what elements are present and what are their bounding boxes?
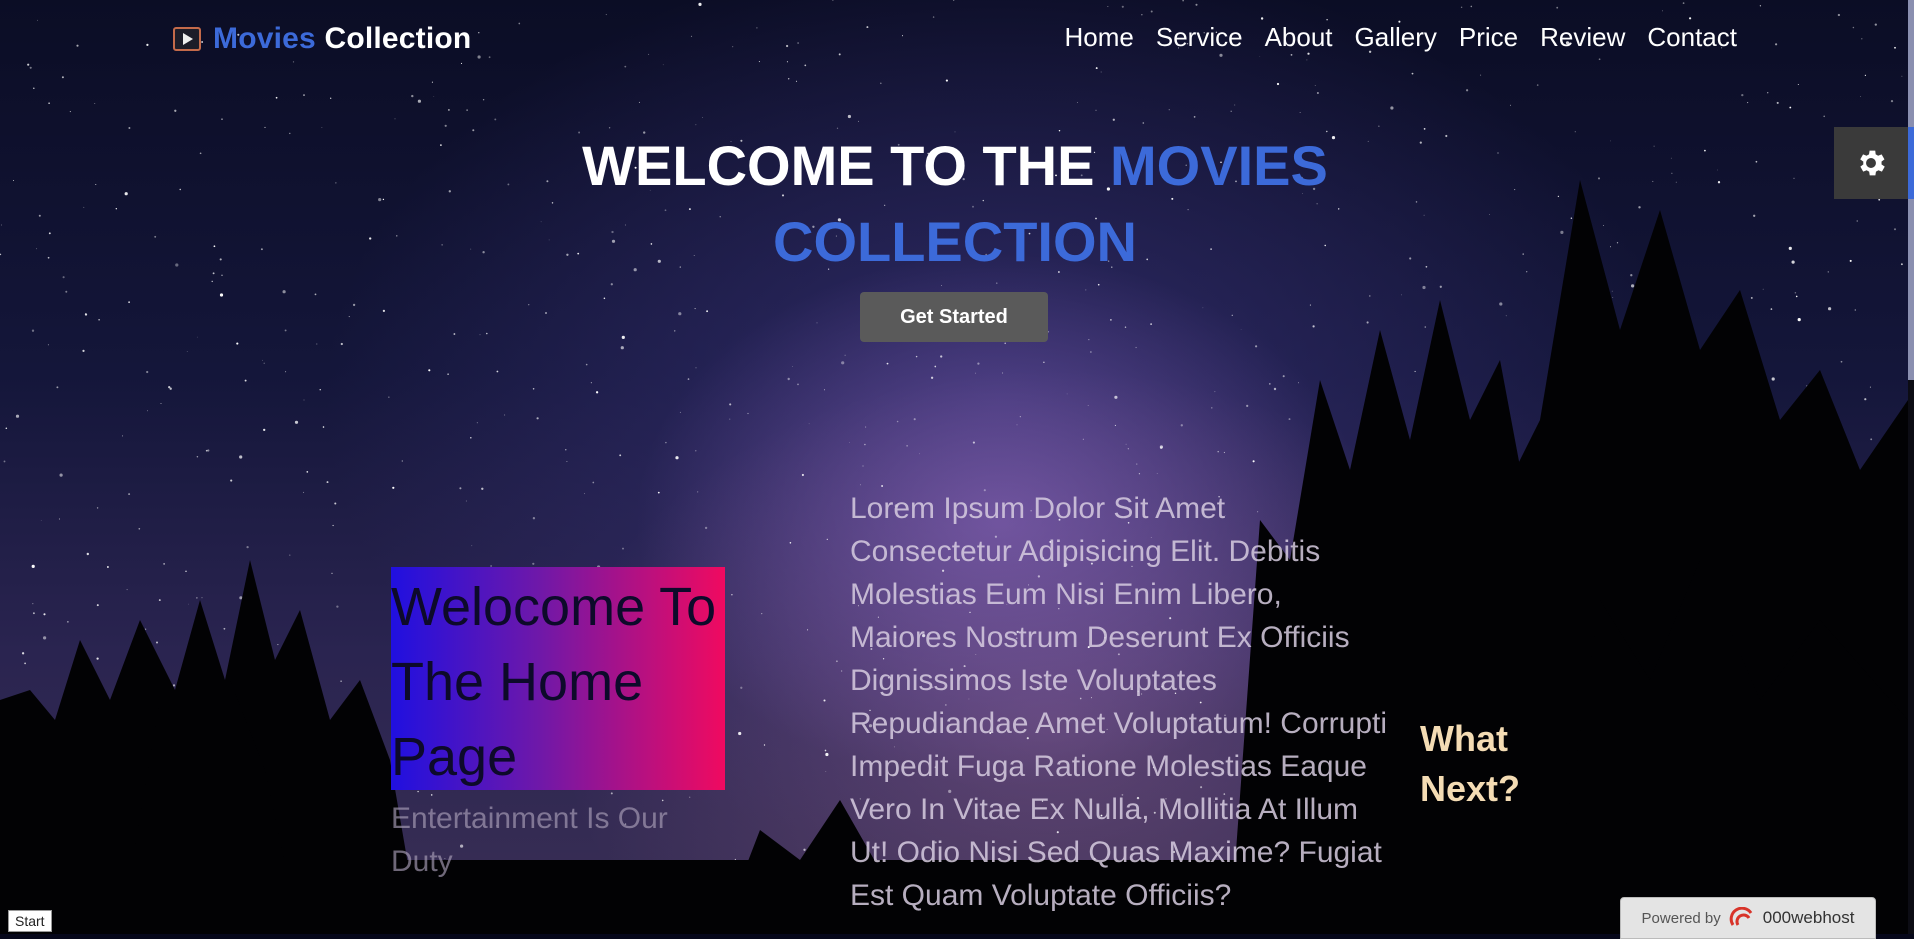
brand-name: Movies Collection — [213, 22, 471, 56]
brand-logo[interactable]: Movies Collection — [173, 22, 471, 56]
nav-about[interactable]: About — [1265, 22, 1333, 53]
settings-button[interactable] — [1834, 127, 1908, 199]
nav-contact[interactable]: Contact — [1647, 22, 1737, 53]
intro-paragraph: Lorem Ipsum Dolor Sit Amet Consectetur A… — [850, 492, 1387, 912]
what-next-heading: What Next? — [1420, 718, 1521, 809]
nav-service[interactable]: Service — [1156, 22, 1243, 53]
welcome-heading: Welocome To The Home Page — [391, 577, 717, 787]
settings-accent-edge — [1908, 127, 1914, 199]
get-started-button[interactable]: Get Started — [860, 292, 1048, 342]
powered-by-brand: 000webhost — [1762, 908, 1855, 927]
hero-title-white: WELCOME TO THE — [582, 134, 1095, 197]
brand-name-part2: Collection — [324, 22, 472, 55]
hero-title-blue-2: COLLECTION — [773, 210, 1137, 273]
nav-home[interactable]: Home — [1065, 22, 1134, 53]
nav-price[interactable]: Price — [1459, 22, 1518, 53]
nav-review[interactable]: Review — [1540, 22, 1625, 53]
powered-by-label: Powered by — [1641, 909, 1721, 927]
film-play-icon — [173, 27, 201, 51]
hero-title: WELCOME TO THE MOVIES COLLECTION — [560, 128, 1350, 280]
gear-icon — [1860, 150, 1885, 176]
nav-gallery[interactable]: Gallery — [1355, 22, 1437, 53]
start-badge[interactable]: Start — [8, 910, 52, 932]
hero-title-blue-1: MOVIES — [1110, 134, 1328, 197]
tagline: Entertainment Is Our Duty — [391, 802, 668, 878]
navbar: Movies Collection Home Service About Gal… — [0, 0, 1914, 84]
webhost-logo-icon — [1729, 907, 1753, 926]
brand-name-part1: Movies — [213, 22, 316, 55]
main-menu: Home Service About Gallery Price Review … — [1065, 22, 1737, 53]
powered-by-badge[interactable]: Powered by 000webhost — [1620, 897, 1876, 939]
